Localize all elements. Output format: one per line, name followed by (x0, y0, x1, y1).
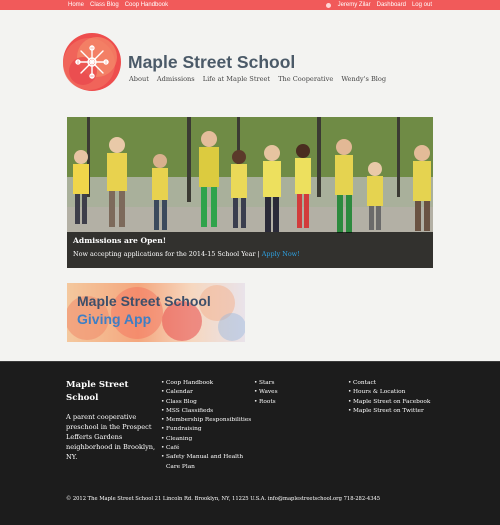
footer-link-cafe[interactable]: Café (161, 444, 256, 454)
admin-bar-left: Home Class Blog Coop Handbook (68, 0, 168, 10)
main-nav: About Admissions Life at Maple Street Th… (129, 75, 386, 83)
admin-bar-right: Jeremy Zilar Dashboard Log out (325, 0, 432, 10)
admin-bar: Home Class Blog Coop Handbook Jeremy Zil… (0, 0, 500, 10)
footer-link-twitter[interactable]: Maple Street on Twitter (348, 407, 448, 417)
footer-link-roots[interactable]: Roots (254, 398, 334, 408)
school-logo[interactable] (61, 31, 123, 93)
footer-link-stars[interactable]: Stars (254, 379, 334, 389)
footer-links-coop: Coop Handbook Calendar Class Blog MSS Cl… (161, 379, 256, 472)
footer-link-coop-handbook[interactable]: Coop Handbook (161, 379, 256, 389)
admin-link-logout[interactable]: Log out (412, 0, 432, 10)
user-avatar-icon (325, 2, 331, 8)
footer-links-classes: Stars Waves Roots (254, 379, 334, 407)
nav-life-at-maple-street[interactable]: Life at Maple Street (203, 75, 270, 83)
hero-caption-text: Now accepting applications for the 2014-… (73, 250, 300, 258)
site-title[interactable]: Maple Street School (128, 52, 295, 73)
admin-link-home[interactable]: Home (68, 0, 84, 10)
admin-link-class-blog[interactable]: Class Blog (90, 0, 119, 10)
footer-description: A parent cooperative preschool in the Pr… (66, 413, 156, 461)
site-footer: Maple Street School A parent cooperative… (0, 361, 500, 525)
apply-now-link[interactable]: Apply Now! (262, 250, 300, 258)
nav-the-cooperative[interactable]: The Cooperative (278, 75, 333, 83)
footer-link-contact[interactable]: Contact (348, 379, 448, 389)
hero-caption-title: Admissions are Open! (73, 236, 167, 245)
nav-admissions[interactable]: Admissions (157, 75, 195, 83)
footer-link-mss-classifieds[interactable]: MSS Classifieds (161, 407, 256, 417)
nav-about[interactable]: About (129, 75, 149, 83)
footer-link-cleaning[interactable]: Cleaning (161, 435, 256, 445)
giving-banner-line1: Maple Street School (77, 293, 211, 309)
hero-caption-body: Now accepting applications for the 2014-… (73, 250, 260, 258)
admin-user-name[interactable]: Jeremy Zilar (338, 0, 371, 10)
footer-link-facebook[interactable]: Maple Street on Facebook (348, 398, 448, 408)
nav-wendys-blog[interactable]: Wendy's Blog (341, 75, 386, 83)
footer-copyright: © 2012 The Maple Street School 21 Lincol… (66, 496, 381, 502)
footer-link-membership[interactable]: Membership Responsibilities (161, 416, 256, 426)
footer-link-calendar[interactable]: Calendar (161, 388, 256, 398)
giving-banner-line2: Giving App (77, 311, 152, 327)
footer-link-safety-manual[interactable]: Safety Manual and Health Care Plan (161, 453, 256, 472)
admin-link-dashboard[interactable]: Dashboard (377, 0, 406, 10)
hero-slider[interactable]: Admissions are Open! Now accepting appli… (67, 117, 433, 268)
giving-app-banner[interactable]: Maple Street School Giving App (67, 283, 245, 342)
footer-link-fundraising[interactable]: Fundraising (161, 425, 256, 435)
footer-link-hours-location[interactable]: Hours & Location (348, 388, 448, 398)
footer-links-contact: Contact Hours & Location Maple Street on… (348, 379, 448, 416)
footer-link-class-blog[interactable]: Class Blog (161, 398, 256, 408)
admin-link-coop-handbook[interactable]: Coop Handbook (125, 0, 168, 10)
footer-title: Maple Street School (66, 380, 129, 403)
footer-link-waves[interactable]: Waves (254, 388, 334, 398)
